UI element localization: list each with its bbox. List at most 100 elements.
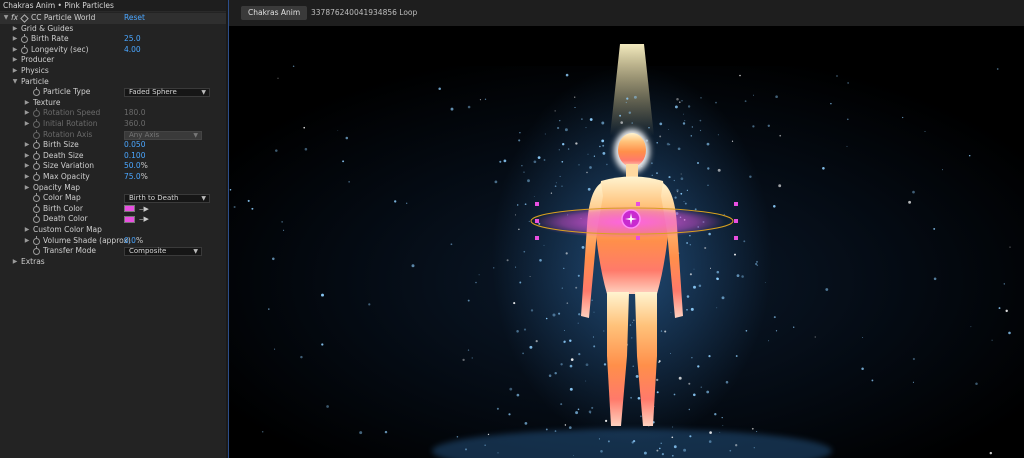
death-color-swatch[interactable] (124, 215, 135, 223)
reset-link[interactable]: Reset (124, 13, 145, 24)
chevron-right-icon[interactable]: ▶ (23, 151, 31, 162)
chevron-right-icon[interactable]: ▶ (11, 34, 19, 45)
property-max-opacity[interactable]: ▶ Max Opacity 75.0% (0, 172, 226, 183)
particle-type-dropdown[interactable]: Faded Sphere ▼ (124, 88, 210, 98)
property-volume-shade[interactable]: ▶ Volume Shade (approx) 0.0% (0, 235, 226, 247)
property-birth-size[interactable]: ▶ Birth Size 0.050 (0, 140, 226, 151)
stopwatch-icon[interactable] (33, 193, 40, 203)
property-birth-rate[interactable]: ▶ Birth Rate 25.0 (0, 34, 226, 45)
particle-dot (699, 119, 702, 122)
stopwatch-icon[interactable] (33, 172, 40, 181)
chevron-down-icon[interactable]: ▼ (2, 13, 10, 24)
chevron-right-icon[interactable]: ▶ (23, 119, 31, 130)
longevity-value[interactable]: 4.00 (124, 45, 141, 56)
stopwatch-icon[interactable] (33, 140, 40, 150)
fx-badge[interactable]: fx (11, 13, 18, 24)
particle-dot (537, 156, 541, 159)
chevron-right-icon[interactable]: ▶ (23, 225, 31, 236)
chevron-right-icon[interactable]: ▶ (23, 161, 31, 172)
stopwatch-icon[interactable] (33, 119, 40, 128)
transfer-mode-dropdown[interactable]: Composite ▼ (124, 247, 202, 257)
chevron-right-icon[interactable]: ▶ (11, 66, 19, 77)
chevron-right-icon[interactable]: ▶ (23, 140, 31, 151)
chevron-right-icon[interactable]: ▶ (11, 45, 19, 56)
particle-dot (321, 293, 324, 297)
property-death-color[interactable]: Death Color ‒▶ (0, 214, 226, 225)
initial-rotation-value[interactable]: 360.0 (124, 119, 145, 130)
particle-dot (233, 205, 236, 209)
max-opacity-value[interactable]: 75.0% (124, 172, 148, 183)
particle-dot (499, 160, 502, 163)
chevron-right-icon[interactable]: ▶ (23, 183, 31, 194)
chevron-right-icon[interactable]: ▶ (23, 108, 31, 119)
property-custom-color-map[interactable]: ▶ Custom Color Map (0, 225, 226, 236)
property-opacity-map[interactable]: ▶ Opacity Map (0, 183, 226, 194)
eyedropper-icon[interactable]: ‒▶ (139, 204, 149, 215)
stopwatch-icon[interactable] (33, 108, 40, 118)
property-transfer-mode[interactable]: Transfer Mode Composite ▼ (0, 246, 226, 257)
particle-dot (561, 287, 563, 289)
property-grid-guides[interactable]: ▶ Grid & Guides (0, 24, 226, 35)
stopwatch-icon[interactable] (33, 129, 40, 139)
chevron-right-icon[interactable]: ▶ (11, 257, 19, 268)
property-longevity[interactable]: ▶ Longevity (sec) 4.00 (0, 44, 226, 56)
particle-dot (694, 208, 697, 211)
eyedropper-icon[interactable]: ‒▶ (139, 214, 149, 225)
birth-color-swatch[interactable] (124, 205, 135, 213)
property-color-map[interactable]: Color Map Birth to Death ▼ (0, 193, 226, 204)
property-initial-rotation[interactable]: ▶ Initial Rotation 360.0 (0, 119, 226, 130)
birth-size-value[interactable]: 0.050 (124, 140, 145, 151)
tab-chakras-anim[interactable]: Chakras Anim (241, 6, 308, 20)
stopwatch-icon[interactable] (33, 235, 40, 245)
stopwatch-icon[interactable] (33, 161, 40, 171)
chevron-right-icon[interactable]: ▶ (23, 172, 31, 183)
property-rotation-speed[interactable]: ▶ Rotation Speed 180.0 (0, 108, 226, 119)
particle-dot (566, 302, 569, 304)
particle-dot (628, 111, 632, 114)
chevron-down-icon[interactable]: ▼ (11, 77, 19, 88)
particle-dot (741, 275, 744, 278)
chevron-right-icon[interactable]: ▶ (23, 98, 31, 109)
particle-dot (716, 270, 720, 274)
property-particle[interactable]: ▼ Particle (0, 77, 226, 88)
death-size-value[interactable]: 0.100 (124, 151, 145, 162)
particle-dot (707, 167, 710, 170)
particle-dot (745, 329, 748, 332)
particle-dot (996, 68, 999, 70)
rotation-axis-dropdown[interactable]: Any Axis ▼ (124, 130, 202, 140)
stopwatch-icon[interactable] (21, 44, 28, 54)
particle-dot (680, 192, 683, 195)
stopwatch-icon[interactable] (33, 203, 40, 213)
particle-dot (593, 155, 596, 157)
particle-dot (292, 65, 295, 67)
tab-loop-footage[interactable]: 337876240041934856 Loop (311, 6, 417, 20)
particle-dot (274, 348, 276, 350)
volume-shade-value[interactable]: 0.0% (124, 236, 143, 247)
effect-header-row[interactable]: ▼ fx CC Particle World Reset (0, 13, 226, 24)
composition-tab-bar: Chakras Anim 337876240041934856 Loop (229, 0, 1024, 26)
stopwatch-icon[interactable] (33, 246, 40, 256)
property-size-variation[interactable]: ▶ Size Variation 50.0% (0, 161, 226, 172)
chevron-right-icon[interactable]: ▶ (11, 55, 19, 66)
particle-dot (753, 447, 755, 449)
property-physics[interactable]: ▶ Physics (0, 66, 226, 77)
size-variation-value[interactable]: 50.0% (124, 161, 148, 172)
property-texture[interactable]: ▶ Texture (0, 98, 226, 109)
stopwatch-icon[interactable] (33, 87, 40, 97)
property-death-size[interactable]: ▶ Death Size 0.100 (0, 150, 226, 162)
particle-dot (277, 77, 279, 79)
chevron-right-icon[interactable]: ▶ (23, 236, 31, 247)
composition-viewer[interactable] (229, 26, 1024, 458)
birth-rate-value[interactable]: 25.0 (124, 34, 141, 45)
chevron-right-icon[interactable]: ▶ (11, 24, 19, 35)
stopwatch-icon[interactable] (33, 214, 40, 224)
property-birth-color[interactable]: Birth Color ‒▶ (0, 203, 226, 215)
property-extras[interactable]: ▶ Extras (0, 257, 226, 268)
rotation-speed-value[interactable]: 180.0 (124, 108, 145, 119)
stopwatch-icon[interactable] (21, 34, 28, 44)
stopwatch-icon[interactable] (33, 150, 40, 160)
property-producer[interactable]: ▶ Producer (0, 55, 226, 66)
property-particle-type[interactable]: Particle Type Faded Sphere ▼ (0, 87, 226, 98)
property-rotation-axis[interactable]: Rotation Axis Any Axis ▼ (0, 129, 226, 141)
color-map-dropdown[interactable]: Birth to Death ▼ (124, 194, 210, 204)
